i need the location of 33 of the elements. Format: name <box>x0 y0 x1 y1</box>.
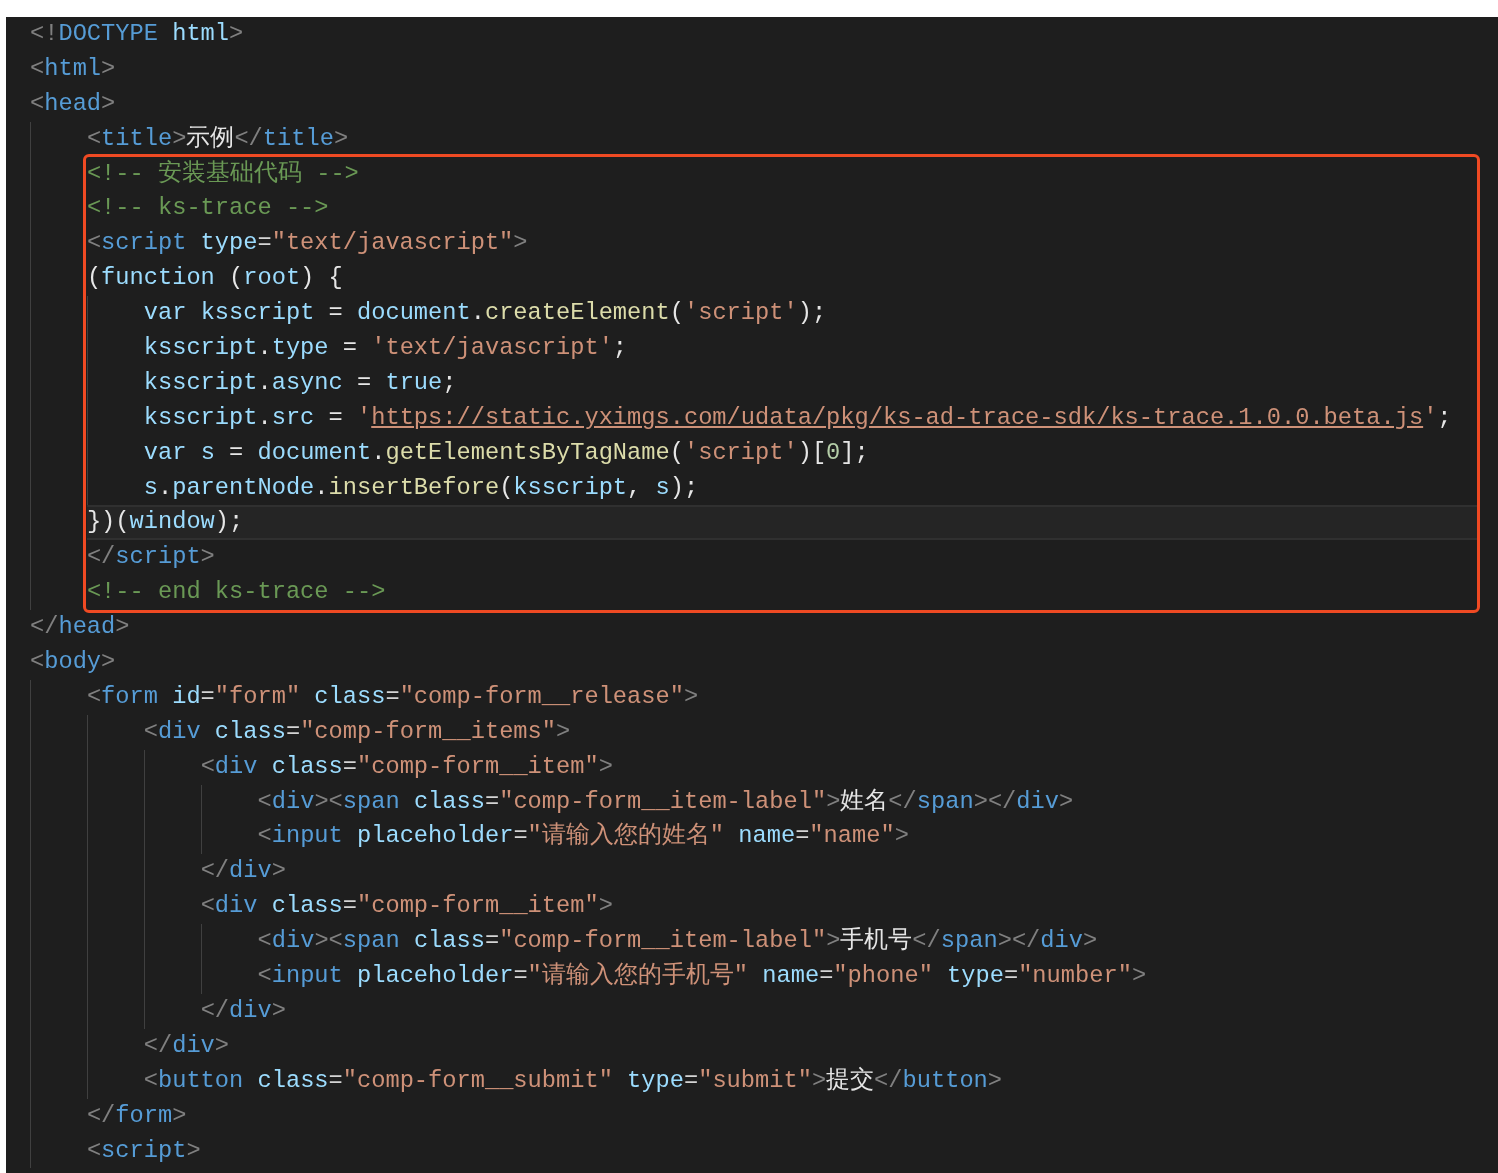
code-line: ksscript.src = 'https://static.yximgs.com/udata/pkg/ks-ad-trace-sdk/ks-trace.1.0.0.beta.js'; <box>143 402 1452 433</box>
code-line: <script> <box>86 1135 201 1166</box>
code-line: ksscript.type = 'text/javascript'; <box>143 333 628 363</box>
code-line: <div><span class="comp-form__item-label">姓名</span></div> <box>257 786 1074 817</box>
code-line: <title>示例</title> <box>86 123 349 154</box>
code-line: <!-- end ks-trace --> <box>86 577 386 608</box>
code-line: var s = document.getElementsByTagName('script')[0]; <box>143 437 869 468</box>
code-line: <div class="comp-form__items"> <box>143 716 571 747</box>
code-line: s.parentNode.insertBefore(ksscript, s); <box>143 472 699 503</box>
code-line: <div><span class="comp-form__item-label">手机号</span></div> <box>257 926 1098 957</box>
code-line: </div> <box>143 1030 230 1061</box>
code-line: <script type="text/javascript"> <box>86 228 528 259</box>
code-line: <!DOCTYPE html> <box>30 19 244 49</box>
code-line: <!-- ks-trace --> <box>86 193 329 224</box>
code-line: <input placeholder="请输入您的手机号" name="phone" type="number"> <box>257 961 1147 992</box>
code-line: <head> <box>30 88 116 119</box>
code-line: var ksscript = document.createElement('script'); <box>143 298 827 329</box>
code-line: <form id="form" class="comp-form__release"> <box>86 681 699 712</box>
code-line: ksscript.async = true; <box>143 367 457 398</box>
code-line: <div class="comp-form__item"> <box>200 751 613 782</box>
code-line: <!-- 安装基础代码 --> <box>86 158 359 189</box>
code-line: </div> <box>200 995 286 1026</box>
code-line: </script> <box>86 542 215 573</box>
code-line: (function (root) { <box>86 263 343 294</box>
code-line: <input placeholder="请输入您的姓名" name="name"> <box>257 821 909 852</box>
code-line: <body> <box>30 647 116 678</box>
code-line: </head> <box>30 612 130 643</box>
code-line: })(window); <box>86 507 244 538</box>
code-line: </div> <box>200 856 286 887</box>
code-line: <html> <box>30 53 116 84</box>
code-line: <div class="comp-form__item"> <box>200 891 613 922</box>
code-line: </form> <box>86 1100 187 1131</box>
code-line: <button class="comp-form__submit" type="submit">提交</button> <box>143 1065 1003 1096</box>
